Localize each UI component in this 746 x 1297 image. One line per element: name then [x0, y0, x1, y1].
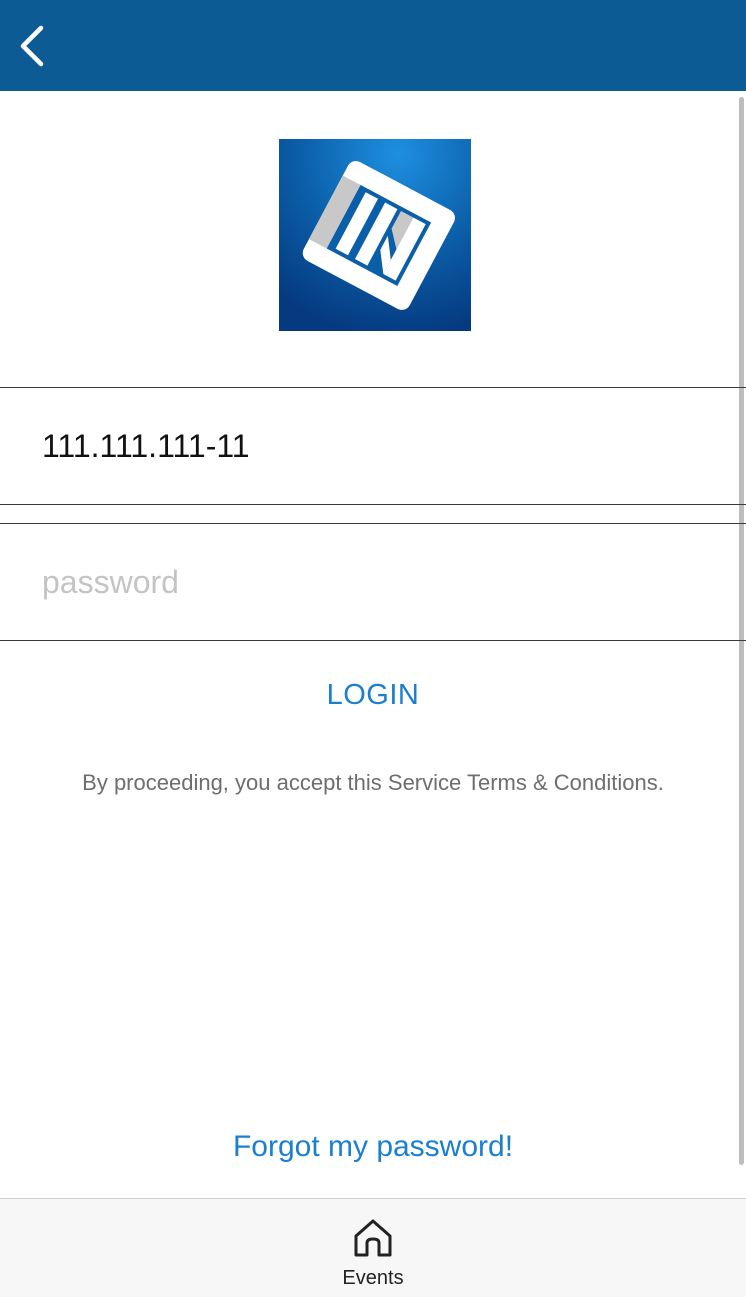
terms-text: By proceeding, you accept this Service T…	[82, 770, 664, 795]
tab-label: Events	[342, 1267, 404, 1289]
home-icon	[354, 1219, 392, 1257]
app-logo-icon	[279, 139, 471, 331]
forgot-password-link[interactable]: Forgot my password!	[173, 1124, 573, 1170]
cpf-input[interactable]	[42, 388, 722, 504]
bottom-tab-bar: Events	[0, 1198, 746, 1297]
tab-events[interactable]: Events	[323, 1211, 423, 1291]
app-logo	[279, 139, 471, 331]
password-input[interactable]	[42, 524, 722, 640]
back-button[interactable]	[10, 22, 54, 70]
app-header	[0, 0, 746, 91]
cpf-field-container	[0, 387, 746, 505]
login-button[interactable]: LOGIN	[273, 668, 473, 722]
password-field-container	[0, 523, 746, 641]
chevron-left-icon	[20, 25, 44, 67]
